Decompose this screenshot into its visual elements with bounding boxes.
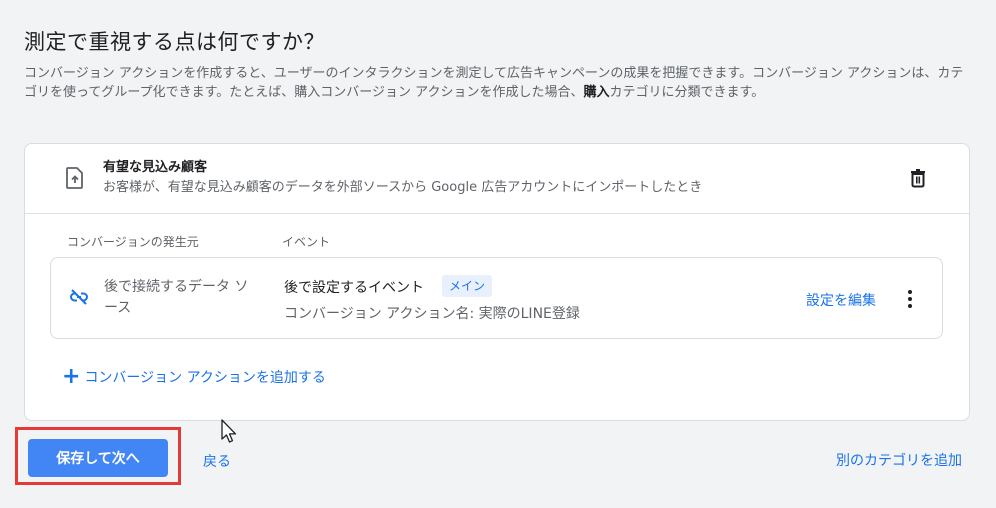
description-text: コンバージョン アクションを作成すると、ユーザーのインタラクションを測定して広告… — [24, 66, 964, 100]
upload-file-icon — [66, 167, 83, 189]
description-bold-text: 購入 — [583, 85, 610, 100]
event-name: 後で設定するイベント — [284, 280, 424, 296]
source-name: 後で接続するデータ ソース — [104, 279, 249, 316]
trash-icon[interactable] — [908, 168, 928, 188]
link-off-icon — [70, 289, 88, 305]
category-card: 有望な見込み顧客 お客様が、有望な見込み顧客のデータを外部ソースから Googl… — [24, 143, 970, 421]
description-text-end: カテゴリに分類できます。 — [609, 85, 765, 100]
category-title: 有望な見込み顧客 — [103, 160, 208, 175]
add-conversion-action-button[interactable]: + コンバージョン アクションを追加する — [62, 365, 326, 389]
plus-icon: + — [62, 364, 81, 389]
back-link[interactable]: 戻る — [203, 451, 231, 471]
save-and-next-button[interactable]: 保存して次へ — [28, 439, 168, 477]
edit-settings-link[interactable]: 設定を編集 — [806, 290, 876, 310]
conversion-row: 後で接続するデータ ソース 後で設定するイベント メイン コンバージョン アクシ… — [50, 257, 943, 339]
add-conversion-action-label: コンバージョン アクションを追加する — [84, 370, 326, 386]
column-header-source: コンバージョンの発生元 — [67, 235, 199, 249]
page-description: コンバージョン アクションを作成すると、ユーザーのインタラクションを測定して広告… — [24, 64, 974, 102]
more-vert-icon[interactable] — [903, 288, 917, 310]
category-subtitle: お客様が、有望な見込み顧客のデータを外部ソースから Google 広告アカウント… — [103, 180, 703, 195]
page-title: 測定で重視する点は何ですか？ — [24, 30, 325, 54]
conversion-goal-page: 測定で重視する点は何ですか？ コンバージョン アクションを作成すると、ユーザーの… — [0, 0, 996, 508]
add-category-link[interactable]: 別のカテゴリを追加 — [836, 450, 962, 470]
primary-badge: メイン — [442, 275, 493, 297]
conversion-action-name: コンバージョン アクション名: 実際のLINE登録 — [284, 306, 580, 322]
column-header-event: イベント — [282, 235, 331, 249]
mouse-cursor-icon — [221, 419, 237, 443]
category-header: 有望な見込み顧客 お客様が、有望な見込み顧客のデータを外部ソースから Googl… — [25, 144, 969, 214]
